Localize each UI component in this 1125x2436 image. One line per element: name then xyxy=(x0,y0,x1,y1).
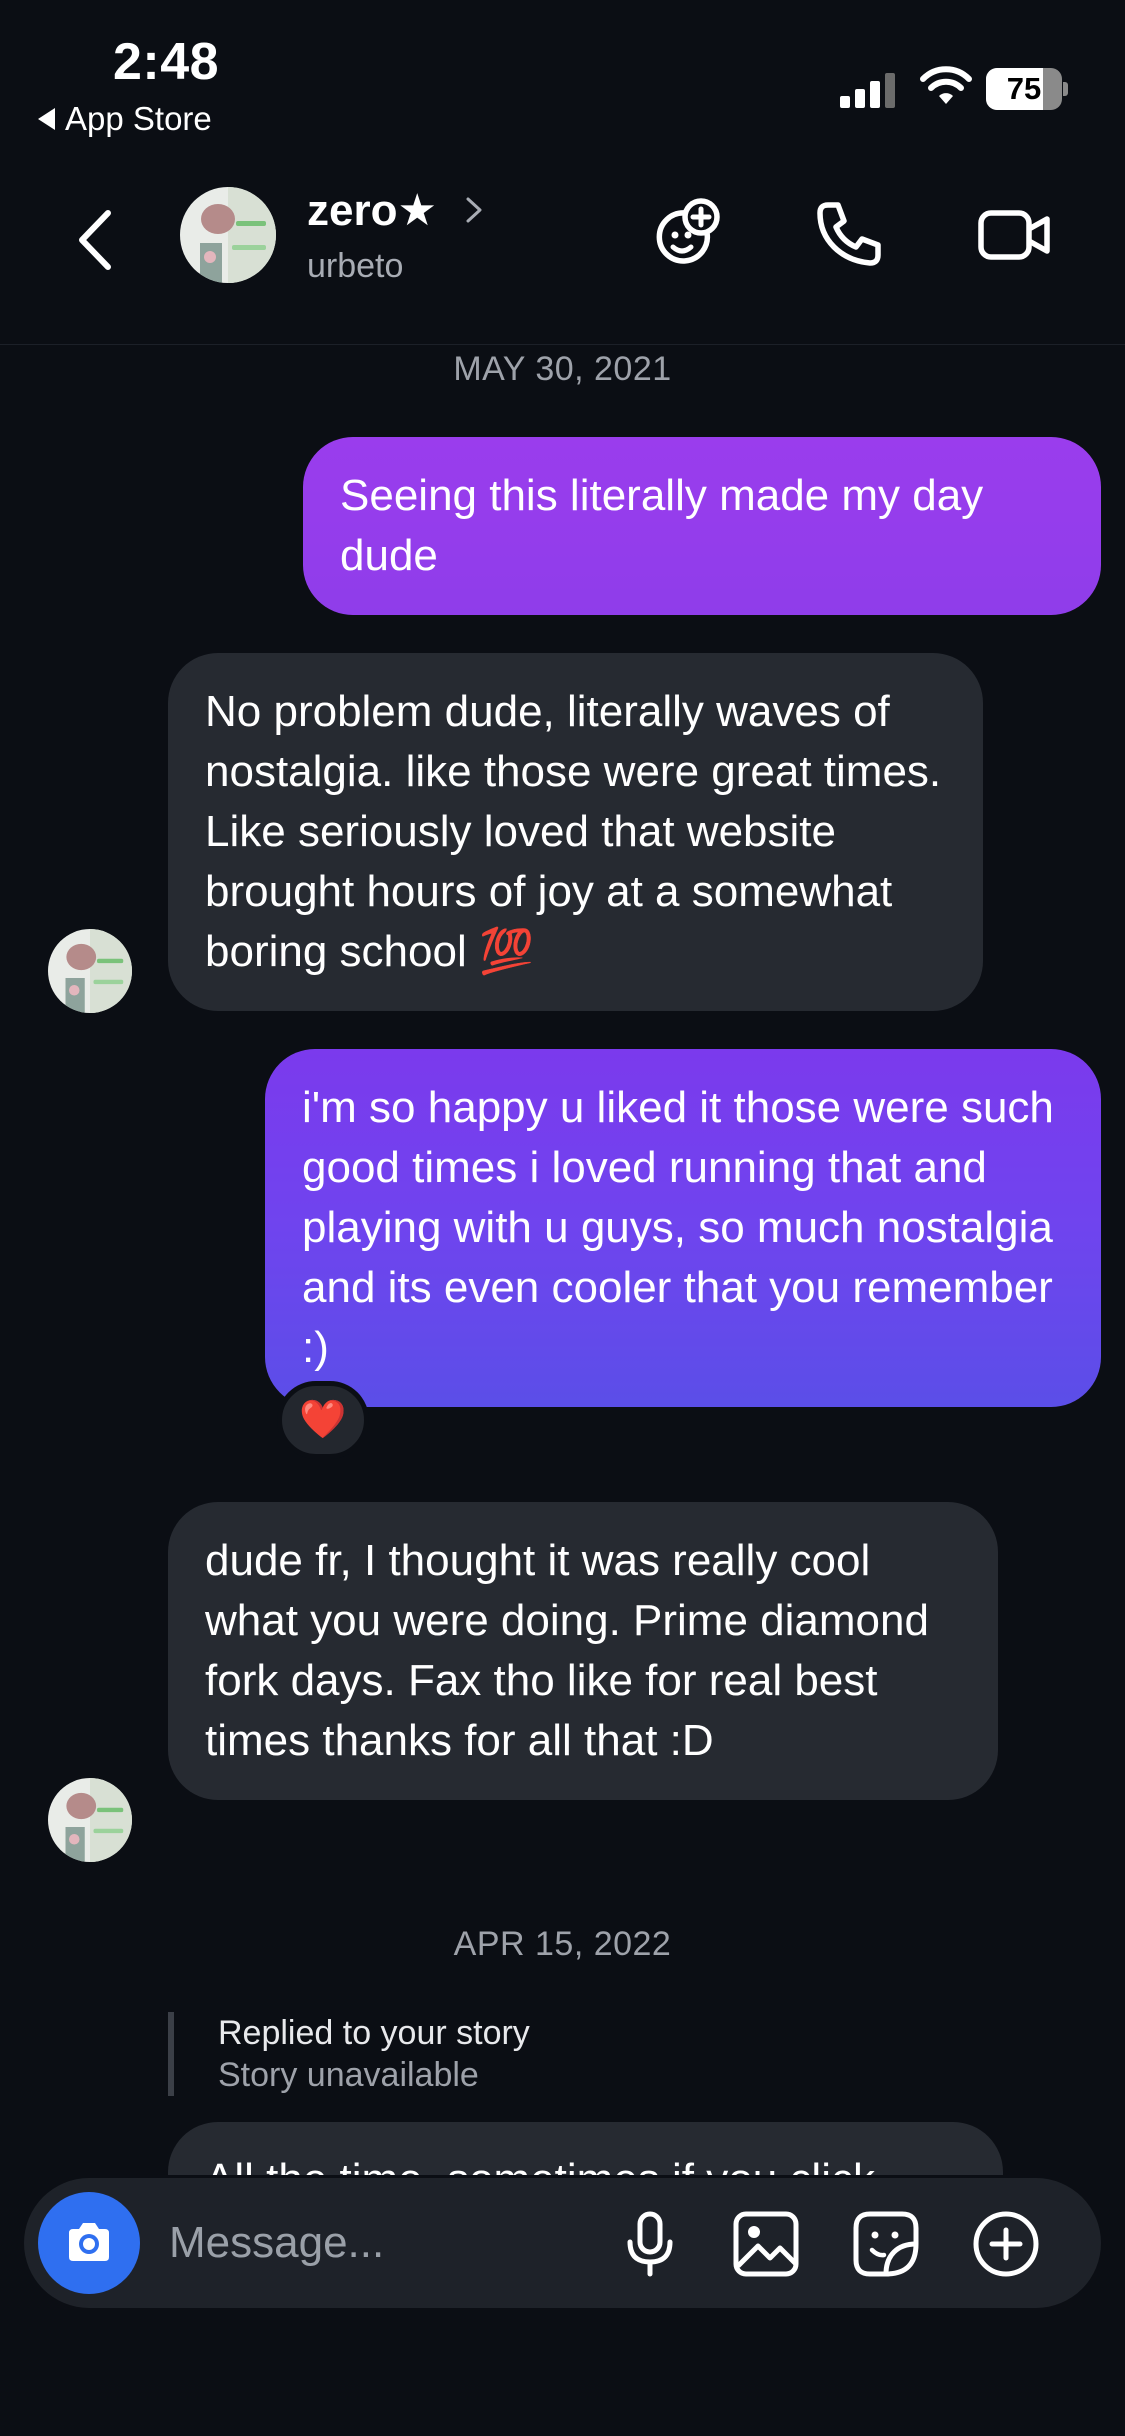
camera-button[interactable] xyxy=(38,2192,140,2294)
camera-icon xyxy=(69,2223,109,2261)
story-reply-title: Replied to your story xyxy=(218,2014,530,2052)
battery-indicator: 75 xyxy=(986,68,1068,110)
story-reply-subtitle: Story unavailable xyxy=(218,2056,479,2094)
received-message[interactable]: dude fr, I thought it was really cool wh… xyxy=(168,1502,998,1800)
message-composer xyxy=(24,2178,1101,2308)
status-time: 2:48 xyxy=(113,33,220,91)
chat-header: zero★ urbeto xyxy=(0,165,1125,345)
date-separator: MAY 30, 2021 xyxy=(453,350,672,388)
cellular-signal-icon xyxy=(840,72,898,108)
contact-username: urbeto xyxy=(307,247,404,285)
sent-message[interactable]: i'm so happy u liked it those were such … xyxy=(265,1049,1101,1407)
sender-avatar[interactable] xyxy=(48,929,132,1013)
video-camera-icon[interactable] xyxy=(975,195,1055,275)
date-separator: APR 15, 2022 xyxy=(453,1925,672,1963)
back-to-app-store-label: App Store xyxy=(65,100,212,137)
gallery-icon[interactable] xyxy=(730,2208,802,2280)
contact-avatar[interactable] xyxy=(180,187,276,283)
back-triangle-icon xyxy=(38,108,55,130)
sender-avatar[interactable] xyxy=(48,1778,132,1862)
back-to-app-store[interactable]: App Store xyxy=(38,100,212,138)
heart-reaction[interactable]: ❤️ xyxy=(277,1381,369,1459)
back-chevron-icon[interactable] xyxy=(70,205,120,275)
story-reply[interactable]: Replied to your story Story unavailable xyxy=(168,2012,530,2096)
plus-icon[interactable] xyxy=(970,2208,1042,2280)
sent-message[interactable]: Seeing this literally made my day dude xyxy=(303,437,1101,615)
sticker-icon[interactable] xyxy=(850,2208,922,2280)
phone-icon[interactable] xyxy=(808,195,888,275)
effects-icon[interactable] xyxy=(645,195,725,275)
received-message[interactable]: No problem dude, literally waves of nost… xyxy=(168,653,983,1011)
message-input[interactable] xyxy=(169,2213,589,2273)
chevron-right-icon[interactable] xyxy=(462,193,486,227)
battery-percent: 75 xyxy=(1006,71,1042,106)
wifi-icon xyxy=(920,66,972,104)
microphone-icon[interactable] xyxy=(614,2208,686,2280)
contact-name[interactable]: zero★ xyxy=(307,185,437,236)
